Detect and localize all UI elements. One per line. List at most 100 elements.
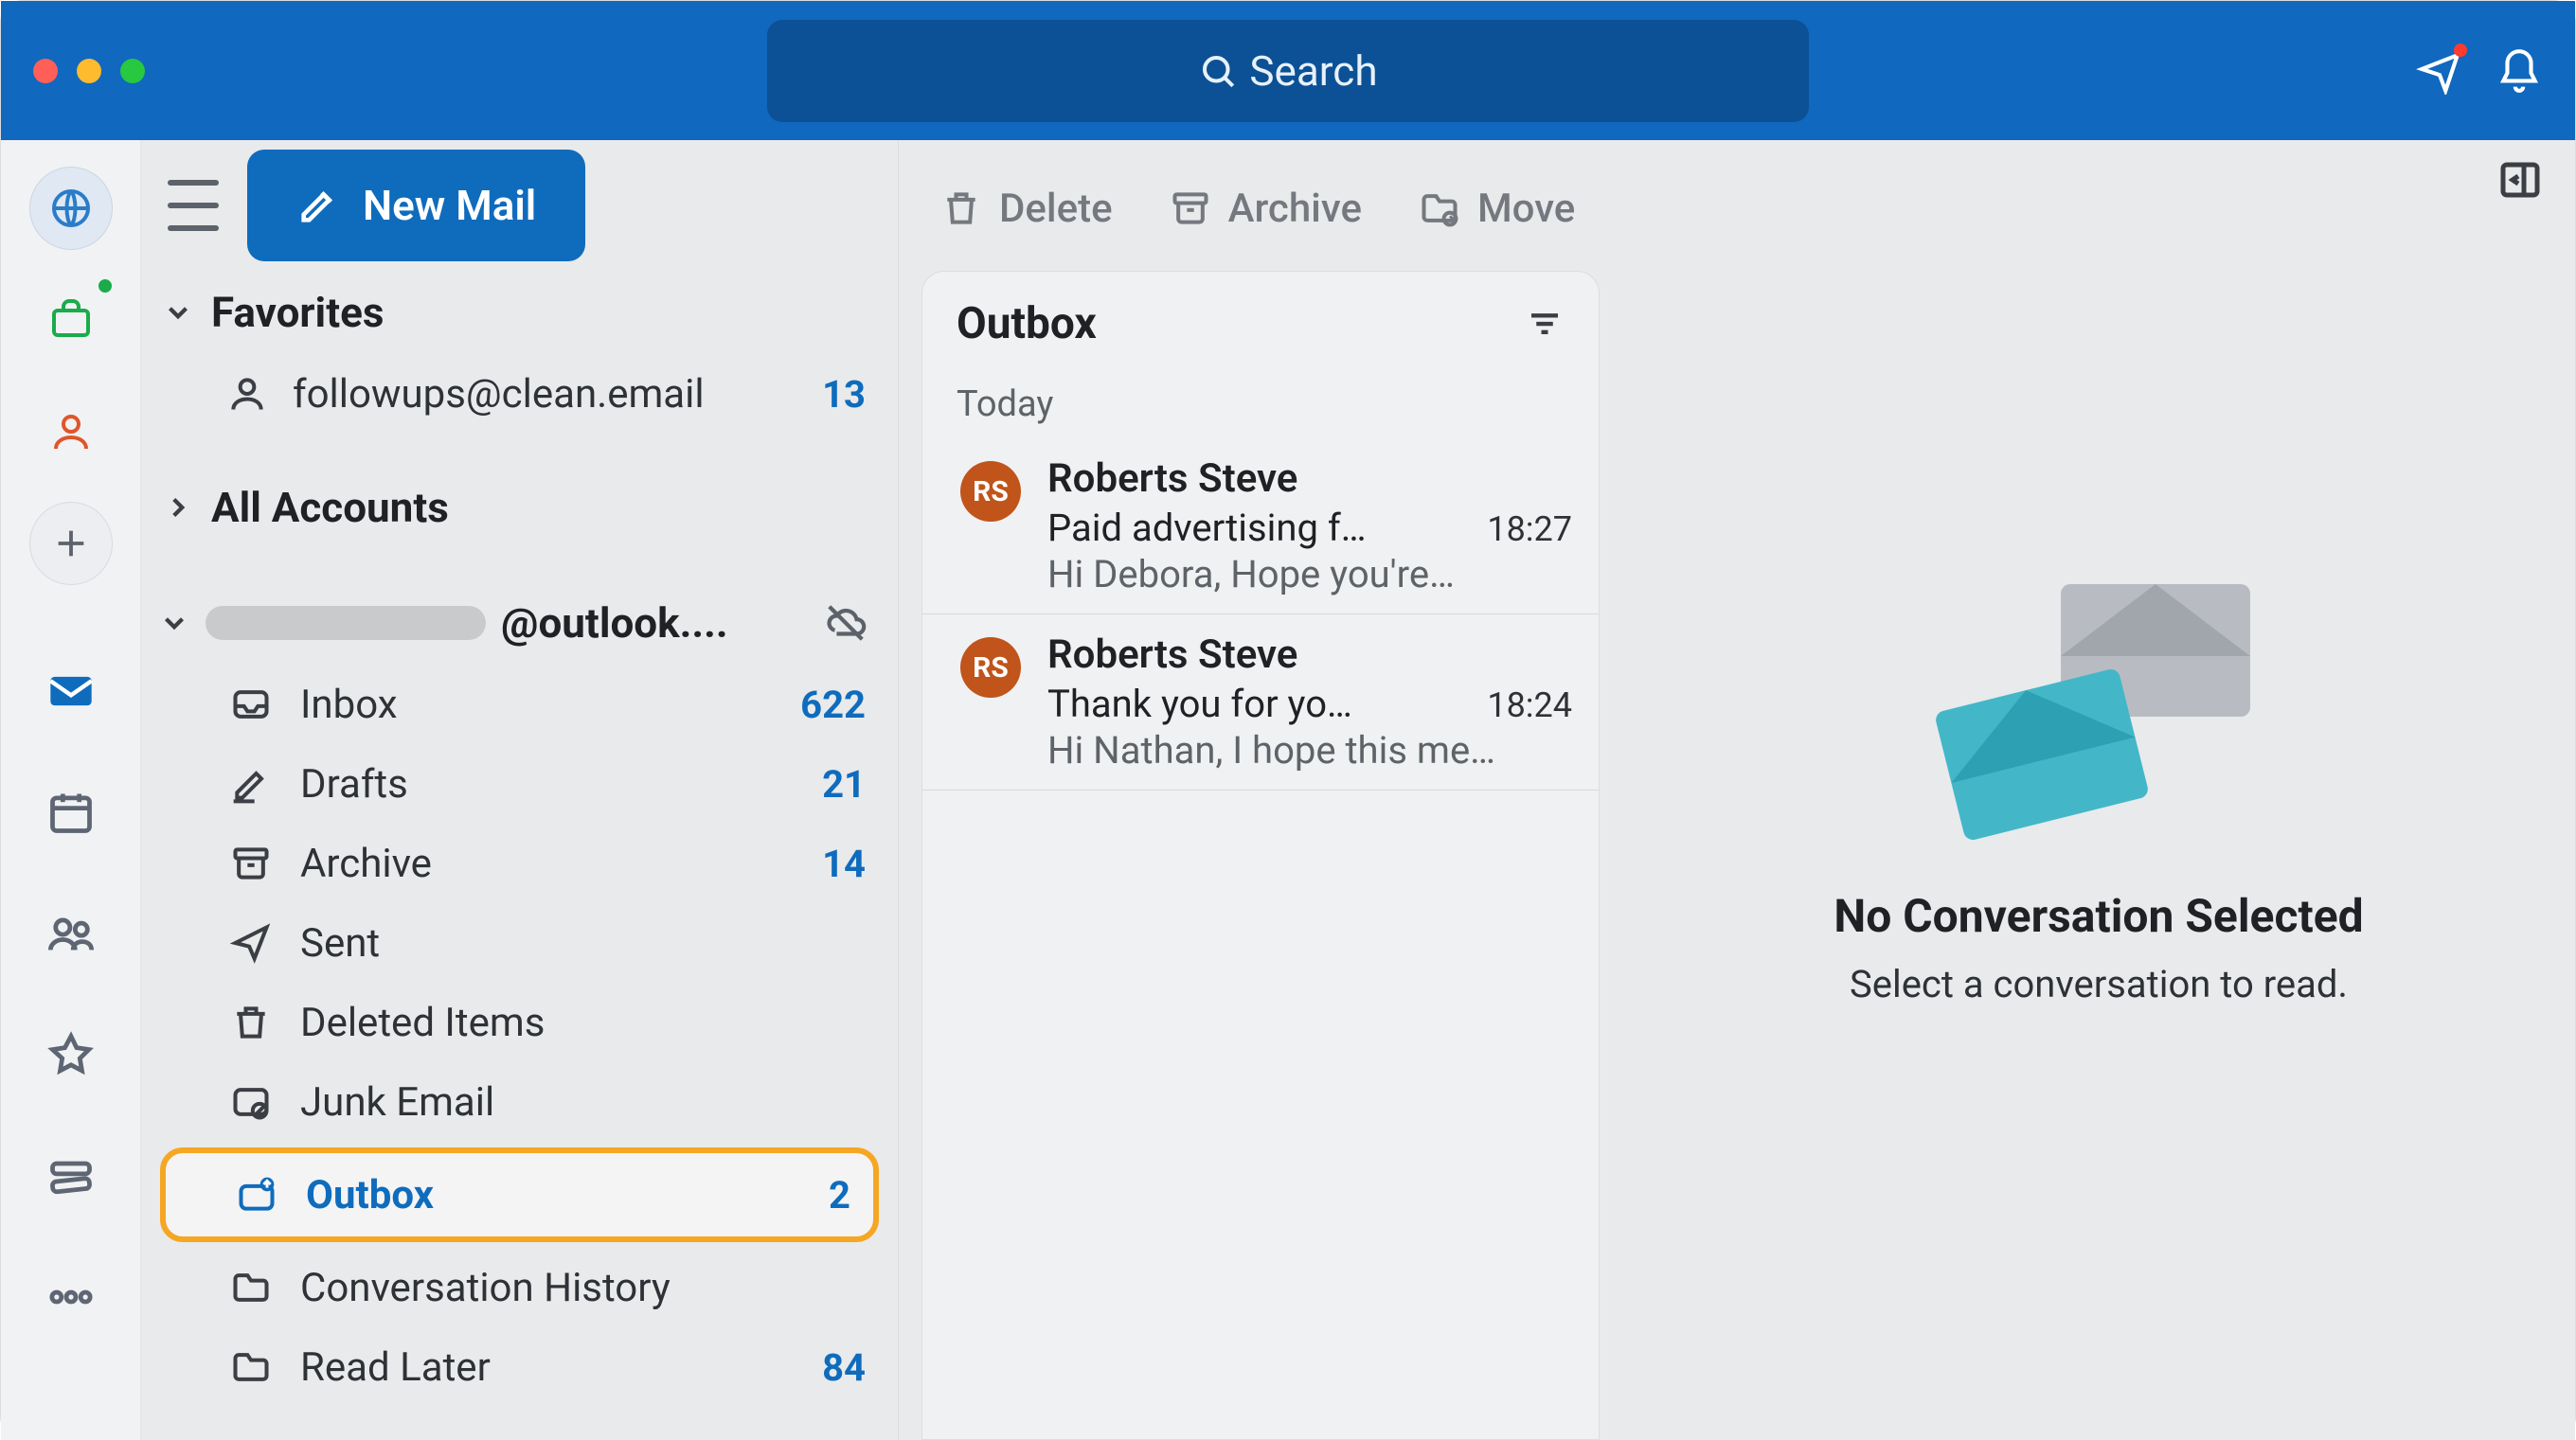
folder-label: Drafts <box>300 761 408 808</box>
notification-dot <box>2454 44 2467 57</box>
message-subject: Thank you for yo… <box>1047 682 1468 726</box>
message-preview: Hi Debora, Hope you're… <box>1047 552 1572 596</box>
reading-pane-toggle[interactable] <box>2497 157 2543 206</box>
close-window[interactable] <box>33 59 58 83</box>
search-input[interactable]: Search <box>767 20 1809 122</box>
archive-button[interactable]: Archive <box>1170 186 1362 232</box>
folder-deleted[interactable]: Deleted Items <box>151 983 888 1062</box>
all-accounts-label: All Accounts <box>211 483 449 532</box>
favorite-followups[interactable]: followups@clean.email 13 <box>151 354 888 434</box>
folder-count: 21 <box>822 762 866 807</box>
chevron-right-icon <box>162 491 194 524</box>
message-time: 18:24 <box>1487 685 1572 725</box>
new-mail-label: New Mail <box>363 181 536 230</box>
folder-read-later[interactable]: Read Later 84 <box>151 1327 888 1407</box>
trash-icon <box>940 187 982 229</box>
folder-label: Outbox <box>306 1172 434 1218</box>
search-icon <box>1198 51 1238 91</box>
message-subject: Paid advertising f… <box>1047 506 1468 550</box>
filter-icon[interactable] <box>1525 304 1565 344</box>
favorites-label: Favorites <box>211 288 384 337</box>
junk-icon <box>230 1081 272 1123</box>
archive-icon <box>1170 187 1211 229</box>
drafts-icon <box>230 763 272 805</box>
notifications-button[interactable] <box>2496 47 2543 95</box>
folder-label: Read Later <box>300 1344 491 1391</box>
message-row[interactable]: RS Roberts Steve Paid advertising f… 18:… <box>922 438 1599 614</box>
calendar-module-icon[interactable] <box>46 788 96 837</box>
folder-archive[interactable]: Archive 14 <box>151 824 888 903</box>
sender-avatar: RS <box>960 637 1021 698</box>
archive-label: Archive <box>1228 186 1362 232</box>
outbox-icon <box>236 1174 277 1216</box>
folder-label: Sent <box>300 920 380 967</box>
tasks-module-icon[interactable] <box>46 1151 96 1200</box>
new-mail-button[interactable]: New Mail <box>247 150 585 261</box>
favorites-section[interactable]: Favorites <box>151 271 888 354</box>
archive-icon <box>230 843 272 884</box>
message-preview: Hi Nathan, I hope this me… <box>1047 728 1572 773</box>
favorite-email: followups@clean.email <box>293 371 705 418</box>
feedback-button[interactable] <box>2416 47 2463 95</box>
all-accounts-section[interactable]: All Accounts <box>151 466 888 549</box>
zoom-window[interactable] <box>120 59 145 83</box>
folder-sent[interactable]: Sent <box>151 903 888 983</box>
minimize-window[interactable] <box>77 59 101 83</box>
presence-dot <box>96 276 115 295</box>
empty-title: No Conversation Selected <box>1834 889 2363 943</box>
folder-label: Conversation History <box>300 1265 671 1311</box>
inbox-icon <box>230 684 272 725</box>
titlebar: Search <box>1 1 2575 140</box>
trash-icon <box>230 1002 272 1043</box>
folder-sidebar: New Mail Favorites followups@clean.email… <box>141 140 899 1440</box>
favorites-module-icon[interactable] <box>46 1030 96 1079</box>
account-rail <box>1 140 141 1440</box>
folder-label: Inbox <box>300 682 398 728</box>
toggle-sidebar-button[interactable] <box>168 180 219 231</box>
people-module-icon[interactable] <box>46 909 96 958</box>
action-bar: Delete Archive Move ••• <box>921 157 1600 259</box>
move-label: Move <box>1477 186 1575 232</box>
folder-inbox[interactable]: Inbox 622 <box>151 665 888 744</box>
titlebar-right <box>2416 1 2543 140</box>
folder-label: Archive <box>300 841 432 887</box>
account-globe[interactable] <box>29 167 113 250</box>
sent-icon <box>230 922 272 964</box>
folder-label: Deleted Items <box>300 1000 545 1046</box>
folder-icon <box>230 1346 272 1388</box>
message-row[interactable]: RS Roberts Steve Thank you for yo… 18:24… <box>922 614 1599 791</box>
delete-label: Delete <box>999 186 1113 232</box>
folder-drafts[interactable]: Drafts 21 <box>151 744 888 824</box>
folder-junk[interactable]: Junk Email <box>151 1062 888 1142</box>
sender-name: Roberts Steve <box>1047 631 1572 678</box>
group-today: Today <box>922 376 1599 438</box>
chevron-down-icon <box>158 607 190 639</box>
mail-module-icon[interactable] <box>46 667 96 716</box>
person-icon <box>226 373 268 415</box>
window-controls <box>33 1 145 140</box>
delete-button[interactable]: Delete <box>940 186 1113 232</box>
account-name-redacted <box>206 606 486 640</box>
account-suffix: @outlook.... <box>501 598 728 648</box>
list-title: Outbox <box>957 298 1097 349</box>
empty-subtitle: Select a conversation to read. <box>1834 962 2363 1006</box>
message-list: Outbox Today RS Roberts Steve Paid adver… <box>921 271 1600 1440</box>
reading-pane: No Conversation Selected Select a conver… <box>1622 140 2575 1440</box>
folder-count: 84 <box>822 1345 866 1390</box>
folder-count: 622 <box>800 683 866 727</box>
account-person[interactable] <box>29 390 113 473</box>
app-body: New Mail Favorites followups@clean.email… <box>1 140 2575 1440</box>
move-icon <box>1419 187 1460 229</box>
cloud-off-icon[interactable] <box>824 601 868 645</box>
folder-outbox[interactable]: Outbox 2 <box>160 1147 879 1242</box>
account-row[interactable]: @outlook.... <box>151 581 888 665</box>
move-button[interactable]: Move <box>1419 186 1575 232</box>
sender-name: Roberts Steve <box>1047 455 1572 502</box>
add-account[interactable] <box>29 502 113 585</box>
more-modules-icon[interactable] <box>46 1272 96 1299</box>
favorite-count: 13 <box>822 372 866 417</box>
folder-conversation-history[interactable]: Conversation History <box>151 1248 888 1327</box>
account-briefcase[interactable] <box>29 278 113 362</box>
folder-count: 2 <box>829 1173 850 1218</box>
sender-avatar: RS <box>960 461 1021 522</box>
